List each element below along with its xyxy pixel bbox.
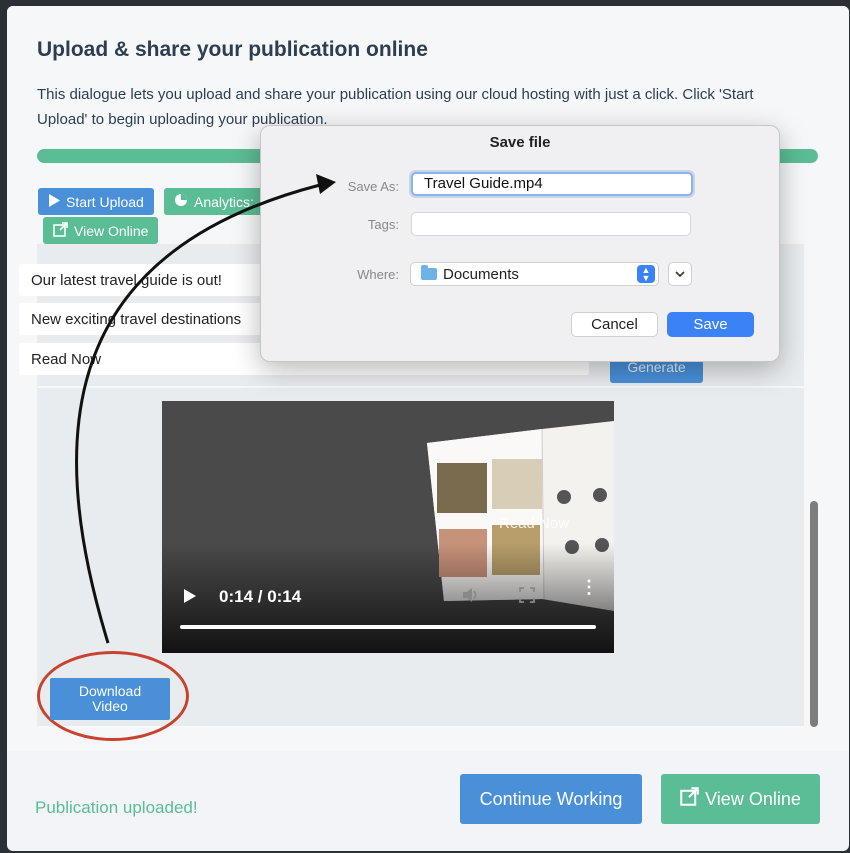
play-button-icon[interactable] xyxy=(184,589,196,603)
video-player[interactable]: Read Now 0:14 / 0:14 ⋮ xyxy=(162,401,614,653)
updown-chevron-icon: ▲ ▼ xyxy=(637,265,655,283)
continue-working-button[interactable]: Continue Working xyxy=(460,774,642,824)
save-button[interactable]: Save xyxy=(667,312,754,337)
more-options-icon[interactable]: ⋮ xyxy=(580,578,598,596)
video-scrub-bar[interactable] xyxy=(180,625,596,629)
save-file-dialog: Save file Save As: Travel Guide.mp4 Tags… xyxy=(260,125,780,362)
video-time: 0:14 / 0:14 xyxy=(219,587,302,606)
start-upload-label: Start Upload xyxy=(66,193,144,210)
start-upload-button[interactable]: Start Upload xyxy=(38,188,154,215)
save-as-label: Save As: xyxy=(347,179,399,194)
view-online-button[interactable]: View Online xyxy=(661,774,820,824)
save-as-field[interactable]: Travel Guide.mp4 xyxy=(411,172,693,196)
video-overlay-text: Read Now xyxy=(499,515,570,532)
where-label: Where: xyxy=(357,267,399,282)
dialog-title: Upload & share your publication online xyxy=(37,38,428,61)
volume-icon[interactable] xyxy=(462,587,480,608)
external-link-icon xyxy=(680,787,699,811)
pie-chart-icon xyxy=(174,193,188,210)
download-video-button[interactable]: Download Video xyxy=(50,678,170,720)
cancel-button[interactable]: Cancel xyxy=(571,312,658,337)
upload-status-text: Publication uploaded! xyxy=(35,798,198,817)
view-online-small-button[interactable]: View Online xyxy=(43,217,159,244)
save-dialog-title: Save file xyxy=(489,134,551,151)
external-link-icon xyxy=(53,221,68,240)
folder-icon xyxy=(421,265,437,280)
tags-field[interactable] xyxy=(411,212,691,236)
fullscreen-icon[interactable] xyxy=(519,587,535,608)
analytics-button[interactable]: Analytics: xyxy=(164,188,264,215)
expand-chevron-icon[interactable] xyxy=(668,262,692,286)
view-online-small-label: View Online xyxy=(74,222,149,239)
download-video-label: Download Video xyxy=(78,683,142,714)
tags-label: Tags: xyxy=(367,217,399,232)
scrollbar-thumb[interactable] xyxy=(810,501,818,727)
where-value: Documents xyxy=(443,265,519,283)
play-icon xyxy=(48,193,60,210)
analytics-label: Analytics: xyxy=(194,193,254,210)
view-online-label: View Online xyxy=(705,788,801,809)
where-select[interactable]: Documents ▲ ▼ xyxy=(410,262,659,286)
